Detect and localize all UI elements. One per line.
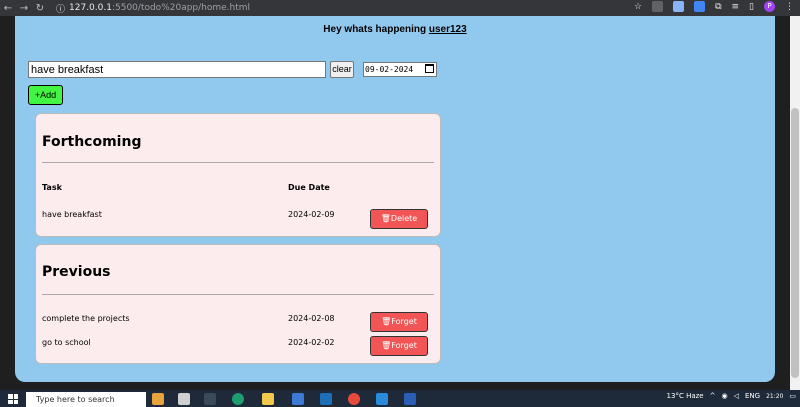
delete-button[interactable]: 🗑Delete <box>370 209 428 229</box>
page-scrollbar[interactable] <box>790 16 800 390</box>
profile-avatar[interactable]: P <box>764 1 775 12</box>
task-date: 2024-02-02 <box>288 338 335 347</box>
volume-icon[interactable]: ◁ <box>734 392 739 400</box>
reload-icon[interactable]: ↻ <box>32 3 48 14</box>
task-date: 2024-02-09 <box>288 210 335 219</box>
chrome-icon[interactable] <box>348 393 360 405</box>
mail-icon[interactable] <box>320 393 332 405</box>
weather-label[interactable]: 13°C Haze <box>667 392 704 400</box>
due-date-input[interactable]: 09-02-2024 <box>363 62 437 77</box>
forthcoming-title: Forthcoming <box>42 134 142 150</box>
taskbar-search-input[interactable]: Type here to search <box>26 392 146 407</box>
extension-icon[interactable] <box>694 1 706 12</box>
edge-icon[interactable] <box>232 393 244 405</box>
system-tray: 13°C Haze ^ ◉ ◁ ENG 21:20 ▭ <box>667 392 796 400</box>
extension-icon[interactable] <box>673 1 685 12</box>
greeting-text: Hey whats happening <box>323 24 427 35</box>
forget-button[interactable]: 🗑Forget <box>370 336 428 356</box>
page-viewport: Hey whats happening user123 clear 09-02-… <box>0 16 790 390</box>
task-view-icon[interactable] <box>204 393 216 405</box>
windows-start-icon[interactable] <box>8 394 18 404</box>
clock[interactable]: 21:20 <box>766 393 783 400</box>
back-icon[interactable]: ← <box>0 3 16 14</box>
forthcoming-panel: Forthcoming Task Due Date have breakfast… <box>35 113 441 237</box>
extension-icon[interactable] <box>652 1 664 12</box>
calendar-icon[interactable] <box>425 64 434 73</box>
task-name: have breakfast <box>42 210 102 219</box>
url-path: :5500/todo%20app/home.html <box>111 3 251 13</box>
column-header-task: Task <box>42 183 62 192</box>
forget-button[interactable]: 🗑Forget <box>370 312 428 332</box>
store-icon[interactable] <box>292 393 304 405</box>
previous-title: Previous <box>42 264 111 280</box>
file-explorer-icon[interactable] <box>262 393 274 405</box>
date-value: 09-02-2024 <box>365 65 414 74</box>
browser-toolbar: ← → ↻ ⓘ 127.0.0.1:5500/todo%20app/home.h… <box>0 0 800 16</box>
task-name: go to school <box>42 338 91 347</box>
windows-taskbar: Type here to search 13°C Haze ^ ◉ ◁ ENG … <box>0 390 800 407</box>
star-icon[interactable]: ☆ <box>634 2 642 12</box>
info-icon: ⓘ <box>56 4 66 15</box>
username-link[interactable]: user123 <box>429 24 467 35</box>
divider <box>42 162 434 163</box>
column-header-due-date: Due Date <box>288 183 330 192</box>
network-icon[interactable]: ◉ <box>721 392 727 400</box>
chevron-up-icon[interactable]: ^ <box>710 392 716 400</box>
reading-list-icon[interactable]: ≡ <box>732 2 740 12</box>
task-input[interactable] <box>28 61 326 78</box>
task-name: complete the projects <box>42 314 130 323</box>
task-date: 2024-02-08 <box>288 314 335 323</box>
previous-panel: Previous complete the projects 2024-02-0… <box>35 244 441 364</box>
add-button[interactable]: +Add <box>28 85 63 105</box>
todo-app: Hey whats happening user123 clear 09-02-… <box>15 16 775 382</box>
vscode-icon[interactable] <box>376 393 388 405</box>
forward-icon[interactable]: → <box>16 3 32 14</box>
extensions-puzzle-icon[interactable]: ⧉ <box>715 2 721 12</box>
greeting: Hey whats happening user123 <box>15 24 775 35</box>
calculator-icon[interactable] <box>178 393 190 405</box>
side-panel-icon[interactable]: ▯ <box>749 2 754 12</box>
notification-icon[interactable]: ▭ <box>789 392 796 400</box>
clear-button[interactable]: clear <box>330 61 354 78</box>
language-label[interactable]: ENG <box>745 392 760 400</box>
menu-icon[interactable]: ⋮ <box>785 2 794 12</box>
divider <box>42 294 434 295</box>
news-widget-icon[interactable] <box>152 393 164 405</box>
scrollbar-thumb[interactable] <box>791 108 799 378</box>
word-icon[interactable] <box>404 393 416 405</box>
address-bar[interactable]: ⓘ 127.0.0.1:5500/todo%20app/home.html <box>56 2 250 15</box>
url-host: 127.0.0.1 <box>69 3 112 13</box>
